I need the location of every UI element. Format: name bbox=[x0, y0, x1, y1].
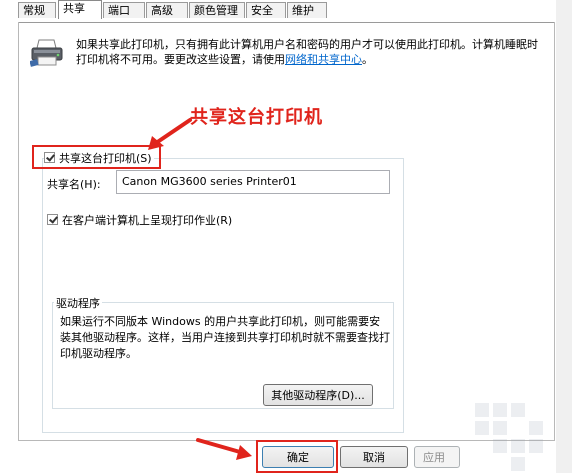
cancel-button[interactable]: 取消 bbox=[340, 446, 408, 468]
network-sharing-center-link[interactable]: 网络和共享中心 bbox=[285, 53, 362, 66]
driver-description: 如果运行不同版本 Windows 的用户共享此打印机，则可能需要安装其他驱动程序… bbox=[60, 315, 390, 360]
ok-button[interactable]: 确定 bbox=[262, 446, 334, 468]
printer-icon bbox=[30, 39, 63, 67]
tab-maintenance[interactable]: 维护 bbox=[287, 2, 327, 18]
share-name-input[interactable]: Canon MG3600 series Printer01 bbox=[116, 170, 390, 194]
panel-border bbox=[554, 22, 555, 440]
share-printer-checkbox[interactable] bbox=[44, 152, 55, 163]
tab-ports[interactable]: 端口 bbox=[103, 2, 145, 18]
panel-border bbox=[18, 22, 19, 440]
tab-security[interactable]: 安全 bbox=[246, 2, 286, 18]
share-printer-label: 共享这台打印机(S) bbox=[59, 151, 152, 165]
tab-color-management[interactable]: 颜色管理 bbox=[189, 2, 245, 18]
driver-group-legend: 驱动程序 bbox=[54, 295, 102, 311]
annotation-arrow-ok bbox=[196, 438, 242, 454]
render-jobs-checkbox-row[interactable]: 在客户端计算机上呈现打印作业(R) bbox=[47, 212, 232, 227]
render-jobs-label: 在客户端计算机上呈现打印作业(R) bbox=[62, 213, 233, 227]
info-text-suffix: 。 bbox=[362, 53, 373, 66]
tab-sharing[interactable]: 共享 bbox=[58, 0, 102, 19]
render-jobs-checkbox[interactable] bbox=[47, 214, 58, 225]
tab-divider bbox=[18, 22, 555, 23]
tab-advanced[interactable]: 高级 bbox=[146, 2, 188, 18]
additional-drivers-button[interactable]: 其他驱动程序(D)... bbox=[263, 384, 373, 406]
tab-general[interactable]: 常规 bbox=[18, 2, 56, 18]
annotation-label: 共享这台打印机 bbox=[190, 107, 323, 128]
share-name-label: 共享名(H): bbox=[47, 178, 101, 191]
annotation-arrow-share bbox=[154, 118, 192, 145]
annotation-arrowhead-ok bbox=[236, 445, 252, 460]
sharing-info-text: 如果共享此打印机，只有拥有此计算机用户名和密码的用户才可以使用此打印机。计算机睡… bbox=[76, 37, 544, 67]
apply-button[interactable]: 应用 bbox=[414, 446, 460, 468]
share-printer-checkbox-row[interactable]: 共享这台打印机(S) bbox=[44, 150, 154, 165]
watermark-logo bbox=[475, 403, 543, 471]
window-edge bbox=[556, 0, 572, 473]
